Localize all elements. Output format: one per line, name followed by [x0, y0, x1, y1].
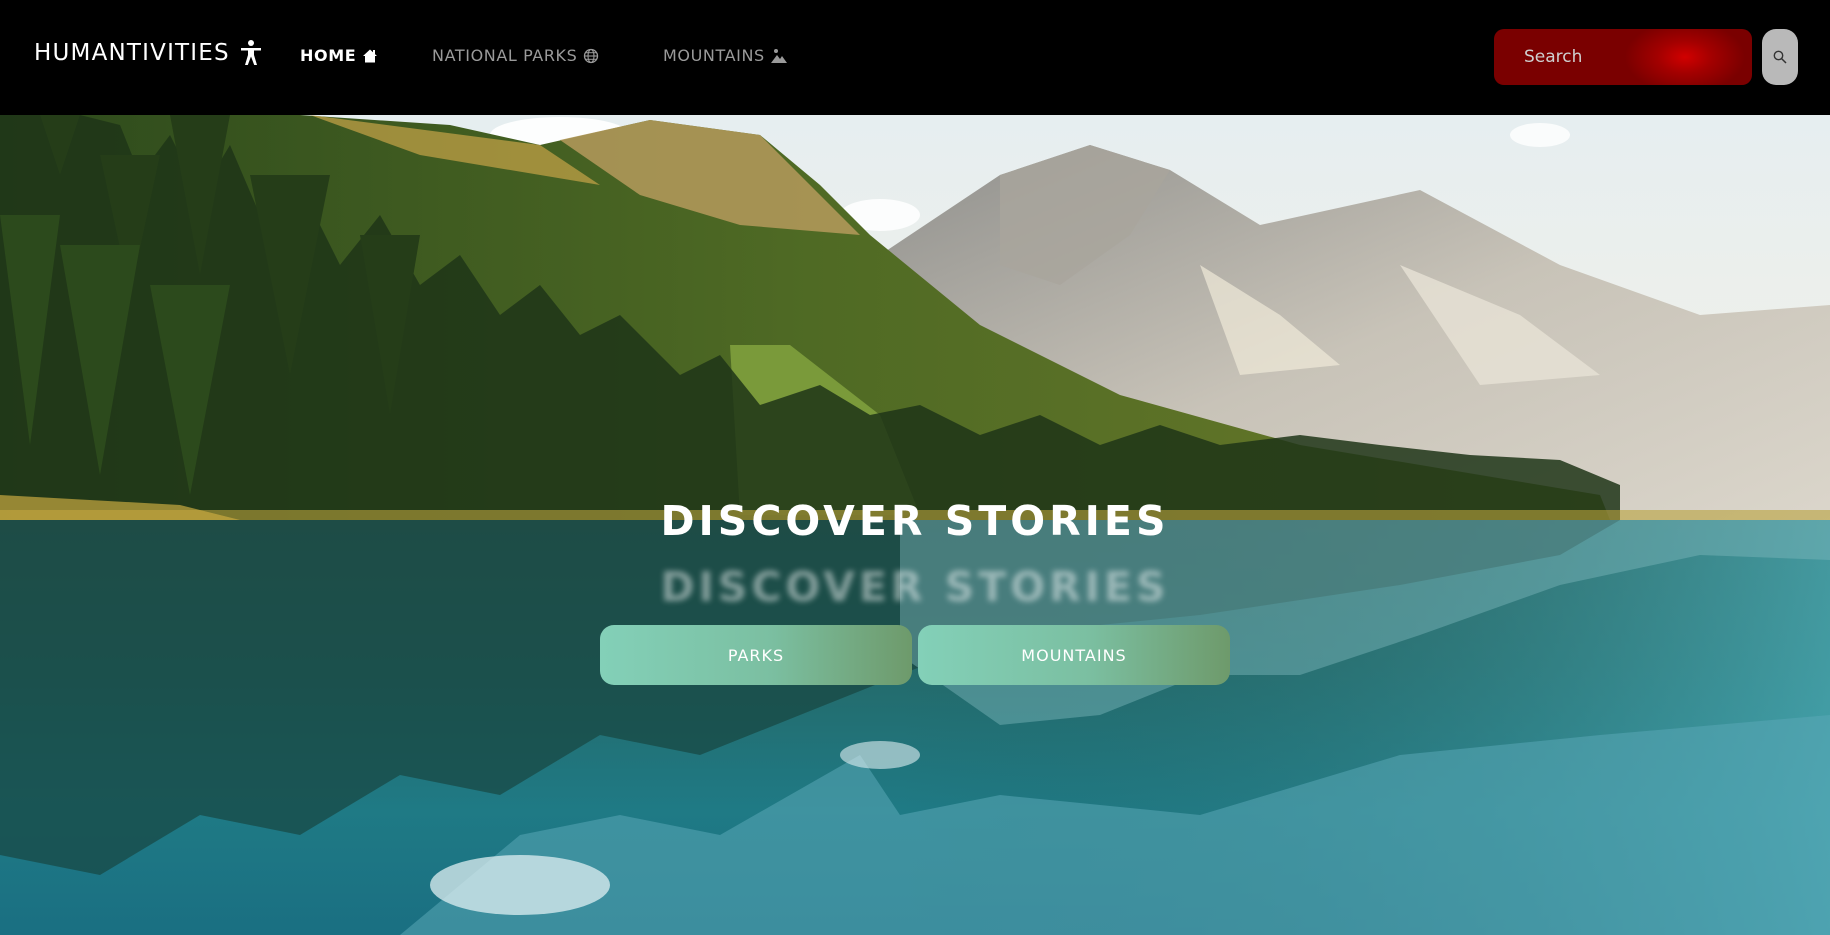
hero-section: DISCOVER STORIES DISCOVER STORIES PARKS …	[0, 115, 1830, 935]
nav-link-mountains[interactable]: MOUNTAINS	[663, 46, 787, 65]
globe-icon	[584, 48, 599, 63]
brand-name: HUMANTIVITIES	[34, 40, 230, 66]
search-button[interactable]	[1762, 29, 1798, 85]
top-navbar: HUMANTIVITIES HOME NATIONAL PARKS MOUNTA…	[0, 0, 1830, 115]
nav-link-national-parks-label: NATIONAL PARKS	[432, 46, 578, 65]
accessibility-person-icon	[240, 40, 261, 65]
hero-title: DISCOVER STORIES	[660, 497, 1170, 545]
mountains-button[interactable]: MOUNTAINS	[918, 625, 1230, 685]
search-input[interactable]	[1494, 29, 1752, 85]
brand-logo-link[interactable]: HUMANTIVITIES	[34, 40, 262, 66]
mountain-person-icon	[770, 48, 787, 63]
home-icon	[363, 49, 378, 62]
search-icon	[1773, 50, 1787, 64]
nav-link-home-label: HOME	[300, 46, 357, 65]
hero-title-reflection: DISCOVER STORIES	[660, 563, 1170, 611]
nav-link-national-parks[interactable]: NATIONAL PARKS	[432, 46, 599, 65]
nav-link-home[interactable]: HOME	[300, 46, 378, 65]
nav-link-mountains-label: MOUNTAINS	[663, 46, 765, 65]
parks-button[interactable]: PARKS	[600, 625, 912, 685]
